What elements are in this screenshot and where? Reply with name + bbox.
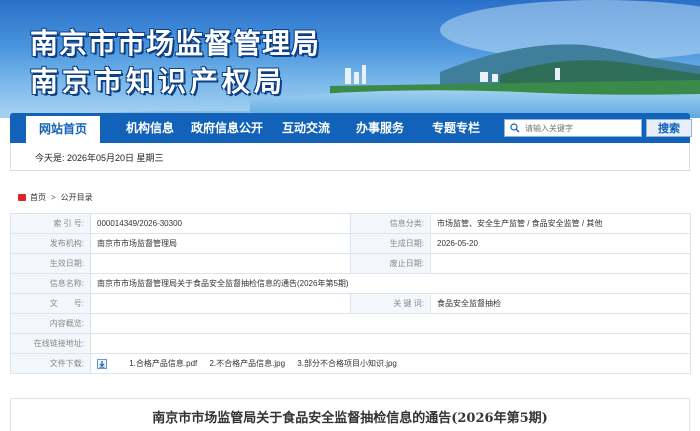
publisher-label: 发布机构:: [10, 233, 91, 254]
publisher-value: 南京市市场监督管理局: [90, 233, 351, 254]
category-value: 市场监管、安全生产监管 / 食品安全监管 / 其他: [430, 213, 691, 234]
repeal-date-label: 废止日期:: [350, 253, 431, 274]
table-row: 内容概览:: [10, 313, 691, 334]
breadcrumb: 首页 > 公开目录: [18, 192, 93, 203]
date-bar: 今天是: 2026年05月20日 星期三: [10, 143, 690, 171]
main-nav: 网站首页 机构信息 政府信息公开 互动交流 办事服务 专题专栏 搜索: [10, 113, 692, 143]
summary-value: [90, 313, 691, 334]
effective-date-value: [90, 253, 351, 274]
search-icon: [510, 123, 520, 133]
article-container: 南京市市场监管局关于食品安全监督抽检信息的通告(2026年第5期): [10, 398, 690, 431]
info-name-label: 信息名称:: [10, 273, 91, 294]
online-link-label: 在线链接地址:: [10, 333, 91, 354]
keywords-value: 食品安全监督抽检: [430, 293, 691, 314]
download-label: 文件下载:: [10, 353, 91, 374]
attachment-link-1[interactable]: 1.合格产品信息.pdf: [129, 359, 197, 368]
breadcrumb-separator: >: [51, 193, 56, 202]
table-row: 在线链接地址:: [10, 333, 691, 354]
info-name-value: 南京市市场监督管理局关于食品安全监督抽检信息的通告(2026年第5期): [90, 273, 691, 294]
info-metadata-table: 索 引 号: 000014349/2026-30300 信息分类: 市场监管、安…: [10, 213, 691, 374]
created-date-value: 2026-05-20: [430, 233, 691, 254]
table-row: 信息名称: 南京市市场监督管理局关于食品安全监督抽检信息的通告(2026年第5期…: [10, 273, 691, 294]
site-banner: 南京市市场监督管理局 南京市知识产权局: [0, 0, 700, 118]
keywords-label: 关 键 词:: [350, 293, 431, 314]
doc-number-value: [90, 293, 351, 314]
nav-home[interactable]: 网站首页: [26, 113, 100, 143]
home-icon: [18, 194, 26, 201]
online-link-value: [90, 333, 691, 354]
table-row: 文件下载: 1.合格产品信息.pdf 2.不合格产品信息.jpg 3.部分不合格…: [10, 353, 691, 374]
site-title-line2: 南京市知识产权局: [30, 65, 287, 98]
table-row: 文 号: 关 键 词: 食品安全监督抽检: [10, 293, 691, 314]
attachment-link-3[interactable]: 3.部分不合格项目小知识.jpg: [297, 359, 397, 368]
download-cell: 1.合格产品信息.pdf 2.不合格产品信息.jpg 3.部分不合格项目小知识.…: [90, 353, 691, 374]
table-row: 发布机构: 南京市市场监督管理局 生成日期: 2026-05-20: [10, 233, 691, 254]
nav-services[interactable]: 办事服务: [344, 113, 416, 143]
search-button[interactable]: 搜索: [646, 119, 692, 137]
nav-interaction[interactable]: 互动交流: [270, 113, 342, 143]
repeal-date-value: [430, 253, 691, 274]
table-row: 索 引 号: 000014349/2026-30300 信息分类: 市场监管、安…: [10, 213, 691, 234]
nav-special-topics[interactable]: 专题专栏: [420, 113, 492, 143]
current-date: 今天是: 2026年05月20日 星期三: [35, 153, 164, 163]
doc-number-label: 文 号:: [10, 293, 91, 314]
download-icon: [97, 358, 107, 369]
created-date-label: 生成日期:: [350, 233, 431, 254]
breadcrumb-home[interactable]: 首页: [30, 192, 46, 203]
search-input[interactable]: [504, 119, 642, 137]
attachment-link-2[interactable]: 2.不合格产品信息.jpg: [209, 359, 285, 368]
site-title-line1: 南京市市场监督管理局: [30, 27, 321, 60]
summary-label: 内容概览:: [10, 313, 91, 334]
nav-gov-info-disclosure[interactable]: 政府信息公开: [180, 113, 274, 143]
index-label: 索 引 号:: [10, 213, 91, 234]
effective-date-label: 生效日期:: [10, 253, 91, 274]
article-title: 南京市市场监管局关于食品安全监督抽检信息的通告(2026年第5期): [152, 411, 548, 426]
category-label: 信息分类:: [350, 213, 431, 234]
table-row: 生效日期: 废止日期:: [10, 253, 691, 274]
breadcrumb-current[interactable]: 公开目录: [61, 192, 93, 203]
index-value: 000014349/2026-30300: [90, 213, 351, 234]
